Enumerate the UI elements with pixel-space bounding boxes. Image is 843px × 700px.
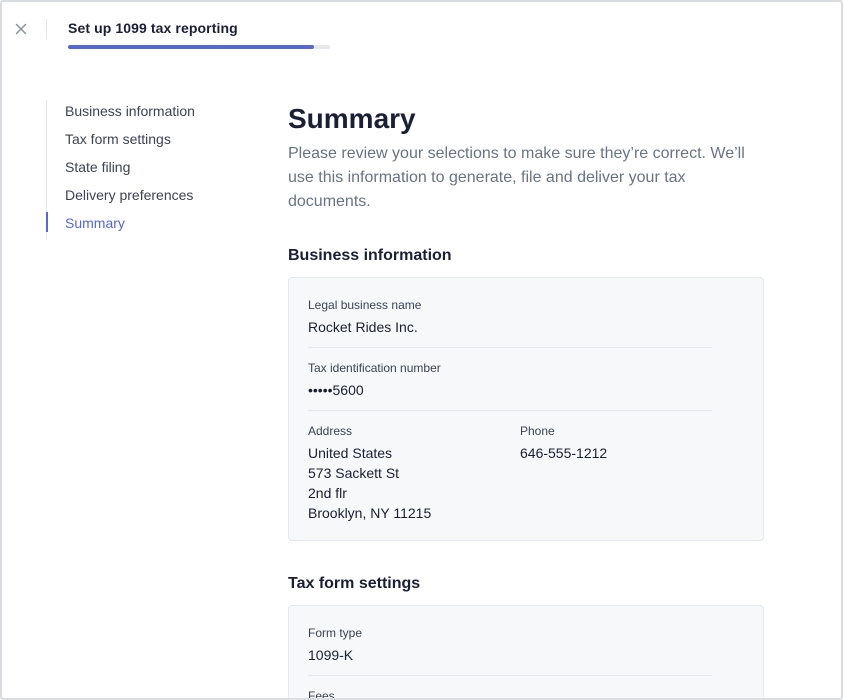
- legal-name-label: Legal business name: [308, 298, 422, 312]
- address-field: Address United States 573 Sackett St 2nd…: [308, 423, 431, 523]
- nav-item-delivery-preferences[interactable]: Delivery preferences: [47, 184, 195, 212]
- nav-item-tax-form-settings[interactable]: Tax form settings: [47, 128, 195, 156]
- business-information-card: Legal business name Rocket Rides Inc. Ta…: [288, 277, 764, 541]
- nav-item-business-information[interactable]: Business information: [47, 100, 195, 128]
- form-type-value: 1099-K: [308, 647, 354, 663]
- tax-form-settings-card: Form type 1099-K Fees: [288, 605, 764, 700]
- divider: [308, 410, 712, 411]
- legal-name-field: Legal business name Rocket Rides Inc.: [308, 297, 421, 337]
- fees-field: Fees: [308, 688, 335, 700]
- address-label: Address: [308, 424, 353, 438]
- phone-label: Phone: [520, 424, 555, 438]
- divider: [308, 347, 712, 348]
- divider: [308, 675, 712, 676]
- close-button[interactable]: [11, 19, 31, 39]
- tin-field: Tax identification number •••••5600: [308, 360, 441, 400]
- address-line: 2nd flr: [308, 485, 347, 501]
- legal-name-value: Rocket Rides Inc.: [308, 319, 418, 335]
- address-line: 573 Sackett St: [308, 465, 400, 481]
- active-step-indicator: [46, 212, 48, 232]
- header-divider: [46, 19, 47, 39]
- close-icon: [15, 23, 27, 35]
- form-type-label: Form type: [308, 626, 363, 640]
- address-line: Brooklyn, NY 11215: [308, 505, 432, 521]
- page-description: Please review your selections to make su…: [288, 145, 745, 210]
- progress-bar: [68, 45, 330, 49]
- progress-bar-fill: [68, 45, 315, 49]
- fees-label: Fees: [308, 689, 335, 700]
- step-navigation: Business information Tax form settings S…: [46, 100, 195, 240]
- nav-item-summary[interactable]: Summary: [47, 212, 195, 240]
- address-line: United States: [308, 445, 393, 461]
- form-type-field: Form type 1099-K: [308, 625, 362, 665]
- page-header-title: Set up 1099 tax reporting: [68, 20, 238, 36]
- page-title: Summary: [288, 103, 416, 134]
- tin-value: •••••5600: [308, 382, 364, 398]
- section-title-tax-form-settings: Tax form settings: [288, 575, 421, 592]
- section-title-business-information: Business information: [288, 247, 452, 264]
- nav-item-state-filing[interactable]: State filing: [47, 156, 195, 184]
- tin-label: Tax identification number: [308, 361, 441, 375]
- phone-value: 646-555-1212: [520, 445, 608, 461]
- address-value: United States 573 Sackett St 2nd flr Bro…: [308, 443, 431, 523]
- phone-field: Phone 646-555-1212: [520, 423, 607, 463]
- main-content: Summary Please review your selections to…: [288, 102, 768, 214]
- modal-frame: Set up 1099 tax reporting Business infor…: [0, 0, 843, 700]
